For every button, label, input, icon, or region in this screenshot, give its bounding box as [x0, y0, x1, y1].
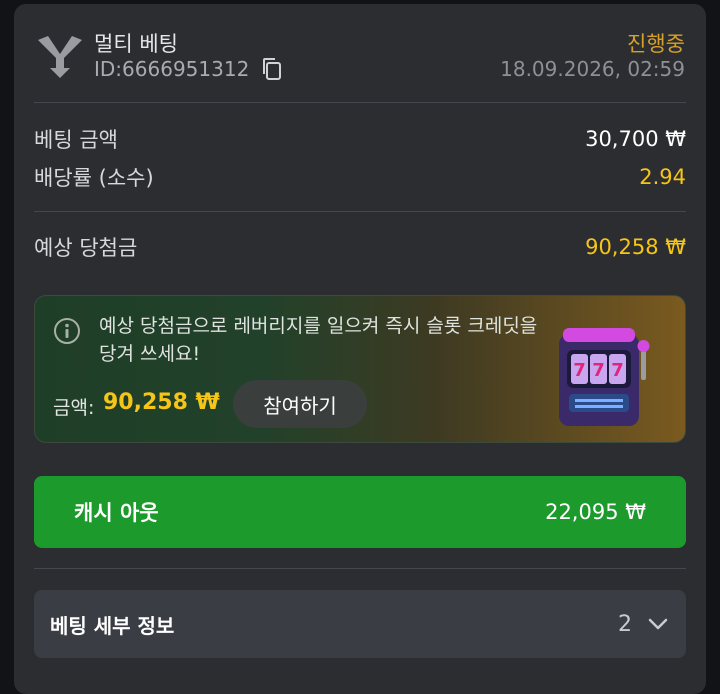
- bet-id-value: 6666951312: [122, 57, 250, 81]
- join-button[interactable]: 참여하기: [233, 380, 367, 428]
- potential-win-row: 예상 당첨금 90,258 ₩: [34, 232, 686, 262]
- cashout-button[interactable]: 캐시 아웃 22,095 ₩: [34, 476, 686, 548]
- info-icon: [54, 318, 80, 344]
- potential-win-value: 90,258 ₩: [585, 235, 686, 259]
- svg-text:7: 7: [611, 360, 624, 381]
- copy-icon[interactable]: [261, 57, 283, 81]
- multi-bet-logo-icon: [38, 36, 82, 78]
- odds-value: 2.94: [639, 165, 686, 189]
- divider: [34, 568, 686, 569]
- cashout-value: 22,095 ₩: [545, 500, 646, 524]
- slot-machine-icon: 7 7 7: [559, 328, 650, 426]
- bet-type-label: 멀티 베팅: [94, 32, 178, 56]
- divider: [34, 102, 686, 103]
- bet-details-meta: 2: [618, 612, 670, 637]
- odds-row: 배당률 (소수) 2.94: [34, 162, 686, 192]
- selection-count: 2: [618, 611, 632, 637]
- odds-label: 배당률 (소수): [34, 166, 154, 190]
- divider: [34, 211, 686, 212]
- potential-win-label: 예상 당첨금: [34, 236, 138, 260]
- bet-status: 진행중: [627, 32, 685, 56]
- stake-value: 30,700 ₩: [585, 127, 686, 151]
- bet-id-row: ID: 6666951312: [94, 57, 283, 81]
- promo-amount-label: 금액:: [53, 397, 95, 419]
- stake-label: 베팅 금액: [34, 128, 118, 152]
- cashout-label: 캐시 아웃: [74, 501, 159, 525]
- promo-message: 예상 당첨금으로 레버리지를 일으켜 즉시 슬롯 크레딧을 당겨 쓰세요!: [99, 315, 538, 365]
- svg-text:7: 7: [573, 360, 586, 381]
- slot-credit-promo: 예상 당첨금으로 레버리지를 일으켜 즉시 슬롯 크레딧을 당겨 쓰세요! 금액…: [34, 295, 686, 443]
- bet-card: 멀티 베팅 ID: 6666951312 진행중 18.09.2026, 02:…: [14, 4, 706, 694]
- bet-details-toggle[interactable]: 베팅 세부 정보 2: [34, 590, 686, 658]
- stake-row: 베팅 금액 30,700 ₩: [34, 124, 686, 154]
- svg-text:7: 7: [592, 360, 605, 381]
- chevron-down-icon[interactable]: [646, 612, 670, 636]
- bet-header: 멀티 베팅 ID: 6666951312 진행중 18.09.2026, 02:…: [14, 4, 706, 104]
- bet-id-prefix: ID:: [94, 57, 123, 81]
- promo-amount-value: 90,258 ₩: [103, 390, 220, 415]
- bet-datetime: 18.09.2026, 02:59: [500, 57, 685, 81]
- bet-details-label: 베팅 세부 정보: [50, 613, 175, 638]
